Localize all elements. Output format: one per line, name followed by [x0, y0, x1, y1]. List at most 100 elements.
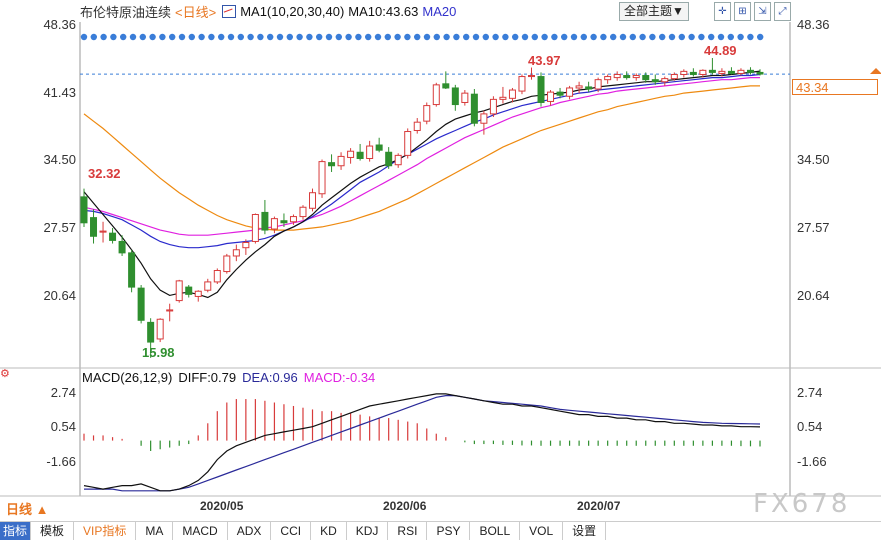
- period-selector[interactable]: 日线 ▲: [6, 499, 48, 518]
- expand-icon[interactable]: ⇲: [754, 2, 771, 21]
- candle-body: [527, 75, 535, 78]
- tab-kdj[interactable]: KDJ: [347, 522, 389, 540]
- candle-body: [261, 211, 269, 231]
- candle-body: [328, 162, 336, 167]
- macd-tick-left: -1.66: [46, 454, 76, 469]
- timeline-dot: [463, 33, 470, 41]
- candle-body: [366, 145, 374, 159]
- instrument-name: 布伦特原油连续: [80, 4, 172, 20]
- tab-vip-indicators[interactable]: VIP指标: [74, 522, 137, 540]
- timeline-dot: [139, 33, 146, 41]
- timeline-dot: [561, 33, 568, 41]
- tab-psy[interactable]: PSY: [427, 522, 471, 540]
- timeline-dot: [659, 33, 666, 41]
- candle-body: [109, 232, 117, 241]
- tab-settings[interactable]: 设置: [563, 522, 607, 540]
- timeline-dot: [325, 33, 333, 41]
- timeline-dot: [433, 33, 440, 41]
- timeline-dot: [296, 33, 303, 41]
- timeline-dot: [169, 33, 176, 41]
- timeline-dot: [570, 33, 578, 41]
- candle-body: [613, 73, 621, 79]
- candle-body: [680, 70, 688, 75]
- candle-body: [375, 144, 383, 151]
- ma-params-label[interactable]: MA1(10,20,30,40): [240, 4, 344, 19]
- period-label[interactable]: <日线>: [175, 2, 216, 21]
- timeline-dot: [600, 33, 607, 41]
- candle-body: [661, 78, 669, 83]
- candle-body: [604, 76, 612, 81]
- candle-body: [394, 154, 402, 166]
- candle-body: [404, 131, 412, 156]
- timeline-dot: [365, 33, 372, 41]
- timeline-dot: [698, 33, 705, 41]
- candle-body: [756, 71, 764, 75]
- tab-ma[interactable]: MA: [136, 522, 174, 540]
- candle-body: [537, 76, 545, 103]
- timeline-dot: [521, 33, 529, 41]
- timeline-dot: [80, 33, 88, 41]
- chart-title-bar: 布伦特原油连续 <日线> MA1(10,20,30,40) MA10:43.63…: [80, 2, 456, 20]
- fullscreen-icon[interactable]: ⤢: [774, 2, 791, 21]
- candle-body: [575, 85, 583, 89]
- theme-dropdown-button[interactable]: 全部主题▼: [619, 2, 689, 21]
- macd-dea: DEA:0.96: [242, 370, 298, 385]
- candle-body: [642, 75, 650, 81]
- timeline-dot: [159, 33, 166, 41]
- candle-body: [356, 151, 364, 159]
- tab-kd[interactable]: KD: [311, 522, 347, 540]
- timeline-dot: [757, 33, 764, 41]
- timeline-dot: [482, 33, 489, 41]
- price-alert-marker: [870, 68, 881, 74]
- timeline-dot: [286, 33, 293, 41]
- candle-body: [556, 91, 564, 96]
- candle-body: [461, 92, 469, 103]
- price-tick-right: 20.64: [797, 288, 830, 303]
- tab-boll[interactable]: BOLL: [470, 522, 521, 540]
- candle-body: [242, 242, 250, 249]
- ma-indicator-icon[interactable]: [222, 4, 237, 18]
- zoom-icon[interactable]: ⊞: [734, 2, 751, 21]
- tab-vol[interactable]: VOL: [520, 522, 564, 540]
- candlestick-chart[interactable]: [0, 0, 881, 539]
- low-price-annotation: 15.98: [142, 345, 175, 360]
- tab-adx[interactable]: ADX: [228, 522, 272, 540]
- timeline-dot: [316, 33, 323, 41]
- diff-line: [83, 393, 761, 492]
- timeline-dot: [90, 33, 98, 41]
- timeline-dot: [649, 33, 656, 41]
- settings-icon[interactable]: ⚙: [0, 368, 12, 380]
- candle-body: [175, 280, 183, 302]
- price-tick-left: 41.43: [43, 85, 76, 100]
- candle-body: [594, 79, 602, 90]
- timeline-dot: [678, 33, 685, 41]
- tab-rsi[interactable]: RSI: [388, 522, 428, 540]
- ma40-line: [83, 85, 760, 231]
- candle-body: [251, 213, 259, 242]
- candle-body: [318, 161, 326, 195]
- timeline-dot: [414, 33, 421, 41]
- timeline-dot: [208, 33, 215, 41]
- macd-params[interactable]: MACD(26,12,9): [82, 370, 172, 385]
- tab-macd[interactable]: MACD: [173, 522, 228, 540]
- candle-body: [451, 87, 459, 106]
- candle-body: [385, 151, 393, 167]
- candle-body: [213, 270, 221, 283]
- tab-cci[interactable]: CCI: [271, 522, 312, 540]
- candle-body: [347, 150, 355, 158]
- candle-body: [699, 69, 707, 75]
- timeline-dot: [394, 33, 401, 41]
- candle-body: [423, 105, 431, 122]
- candle-body: [566, 87, 574, 97]
- crosshair-icon[interactable]: ✛: [714, 2, 731, 21]
- timeline-dot: [619, 33, 627, 41]
- macd-title-bar: MACD(26,12,9) DIFF:0.79 DEA:0.96 MACD:-0…: [82, 370, 375, 385]
- timeline-dot: [237, 33, 244, 41]
- timeline-dot: [629, 33, 636, 41]
- tab-templates[interactable]: 模板: [31, 522, 75, 540]
- tab-indicators[interactable]: 指标: [0, 522, 32, 540]
- candle-body: [99, 230, 107, 233]
- timeline-dot: [129, 33, 137, 41]
- price-tick-left: 48.36: [43, 17, 76, 32]
- candle-body: [651, 79, 659, 83]
